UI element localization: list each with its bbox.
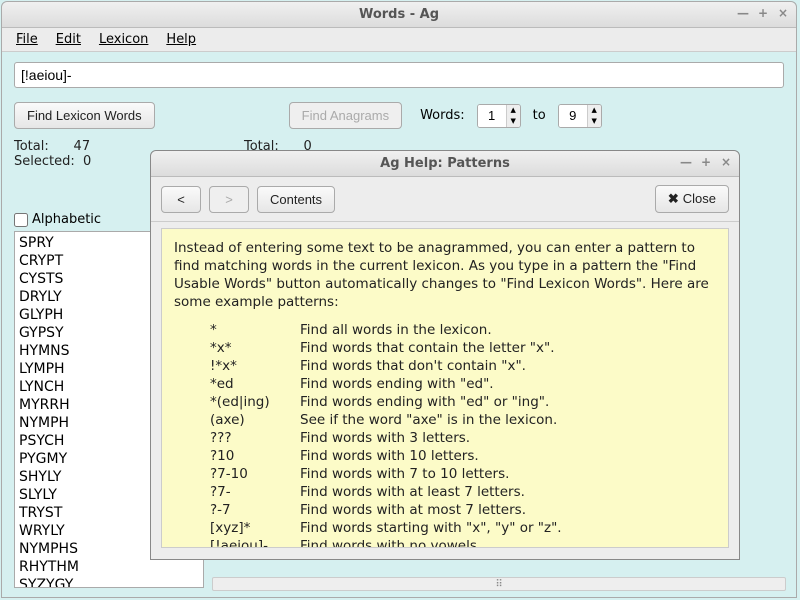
minimize-icon[interactable]: — [679, 155, 693, 169]
close-icon[interactable]: × [776, 6, 790, 20]
main-title: Words - Ag [359, 7, 439, 22]
table-row: *x*Find words that contain the letter "x… [210, 339, 716, 357]
description-cell: Find words with 3 letters. [300, 429, 470, 447]
to-label: to [533, 108, 546, 123]
description-cell: Find words with at most 7 letters. [300, 501, 526, 519]
table-row: ?7-Find words with at least 7 letters. [210, 483, 716, 501]
help-toolbar: < > Contents ✖Close [151, 177, 739, 222]
help-titlebar[interactable]: Ag Help: Patterns — + × [151, 151, 739, 177]
description-cell: Find words that contain the letter "x". [300, 339, 555, 357]
list-item[interactable]: SYZYGY [19, 576, 199, 588]
pattern-cell: ??? [210, 429, 300, 447]
pattern-cell: *ed [210, 375, 300, 393]
pattern-cell: ?10 [210, 447, 300, 465]
alphabetic-checkbox[interactable] [14, 213, 28, 227]
description-cell: Find words with no vowels. [300, 537, 481, 548]
pattern-cell: (axe) [210, 411, 300, 429]
pane-handle[interactable]: ⠿ [212, 577, 786, 591]
table-row: [xyz]*Find words starting with "x", "y" … [210, 519, 716, 537]
pattern-cell: [!aeiou]- [210, 537, 300, 548]
left-total-label: Total: [14, 139, 49, 154]
description-cell: Find words starting with "x", "y" or "z"… [300, 519, 562, 537]
help-window: Ag Help: Patterns — + × < > Contents ✖Cl… [150, 150, 740, 560]
words-max-input[interactable] [559, 105, 587, 127]
pattern-cell: * [210, 321, 300, 339]
menu-file[interactable]: File [8, 30, 46, 49]
description-cell: See if the word "axe" is in the lexicon. [300, 411, 557, 429]
help-contents-button[interactable]: Contents [257, 186, 335, 213]
help-back-button[interactable]: < [161, 186, 201, 213]
words-max-stepper[interactable]: ▲▼ [558, 104, 602, 128]
description-cell: Find words with at least 7 letters. [300, 483, 525, 501]
description-cell: Find all words in the lexicon. [300, 321, 492, 339]
pattern-cell: ?7- [210, 483, 300, 501]
up-icon[interactable]: ▲ [507, 105, 520, 116]
description-cell: Find words ending with "ed". [300, 375, 494, 393]
find-anagrams-button: Find Anagrams [289, 102, 402, 129]
pattern-cell: ?-7 [210, 501, 300, 519]
menu-help[interactable]: Help [158, 30, 204, 49]
close-icon[interactable]: × [719, 155, 733, 169]
table-row: [!aeiou]-Find words with no vowels. [210, 537, 716, 548]
pattern-cell: *x* [210, 339, 300, 357]
left-selected-value: 0 [83, 154, 91, 169]
minimize-icon[interactable]: — [736, 6, 750, 20]
maximize-icon[interactable]: + [756, 6, 770, 20]
help-title: Ag Help: Patterns [380, 156, 510, 171]
description-cell: Find words ending with "ed" or "ing". [300, 393, 549, 411]
pattern-cell: [xyz]* [210, 519, 300, 537]
help-pattern-table: *Find all words in the lexicon.*x*Find w… [210, 321, 716, 548]
table-row: ?-7Find words with at most 7 letters. [210, 501, 716, 519]
description-cell: Find words that don't contain "x". [300, 357, 526, 375]
table-row: ?10Find words with 10 letters. [210, 447, 716, 465]
menu-lexicon[interactable]: Lexicon [91, 30, 156, 49]
x-icon: ✖ [668, 191, 679, 206]
down-icon[interactable]: ▼ [588, 116, 601, 127]
table-row: ?7-10Find words with 7 to 10 letters. [210, 465, 716, 483]
left-total-value: 47 [74, 139, 91, 154]
menubar: File Edit Lexicon Help [2, 28, 796, 52]
down-icon[interactable]: ▼ [507, 116, 520, 127]
words-min-stepper[interactable]: ▲▼ [477, 104, 521, 128]
table-row: *edFind words ending with "ed". [210, 375, 716, 393]
table-row: ???Find words with 3 letters. [210, 429, 716, 447]
up-icon[interactable]: ▲ [588, 105, 601, 116]
table-row: !*x*Find words that don't contain "x". [210, 357, 716, 375]
description-cell: Find words with 7 to 10 letters. [300, 465, 509, 483]
pattern-cell: *(ed|ing) [210, 393, 300, 411]
help-intro: Instead of entering some text to be anag… [174, 239, 716, 311]
menu-edit[interactable]: Edit [48, 30, 89, 49]
help-body[interactable]: Instead of entering some text to be anag… [161, 228, 729, 548]
table-row: *(ed|ing)Find words ending with "ed" or … [210, 393, 716, 411]
pattern-input[interactable] [14, 62, 784, 88]
find-lexicon-words-button[interactable]: Find Lexicon Words [14, 102, 155, 129]
words-label: Words: [420, 108, 465, 123]
alphabetic-label: Alphabetic [32, 212, 101, 227]
description-cell: Find words with 10 letters. [300, 447, 479, 465]
list-item[interactable]: RHYTHM [19, 558, 199, 576]
pattern-cell: ?7-10 [210, 465, 300, 483]
help-close-button[interactable]: ✖Close [655, 185, 729, 213]
pattern-cell: !*x* [210, 357, 300, 375]
words-min-input[interactable] [478, 105, 506, 127]
table-row: *Find all words in the lexicon. [210, 321, 716, 339]
maximize-icon[interactable]: + [699, 155, 713, 169]
left-selected-label: Selected: [14, 154, 75, 169]
main-titlebar[interactable]: Words - Ag — + × [2, 2, 796, 28]
table-row: (axe)See if the word "axe" is in the lex… [210, 411, 716, 429]
help-forward-button: > [209, 186, 249, 213]
